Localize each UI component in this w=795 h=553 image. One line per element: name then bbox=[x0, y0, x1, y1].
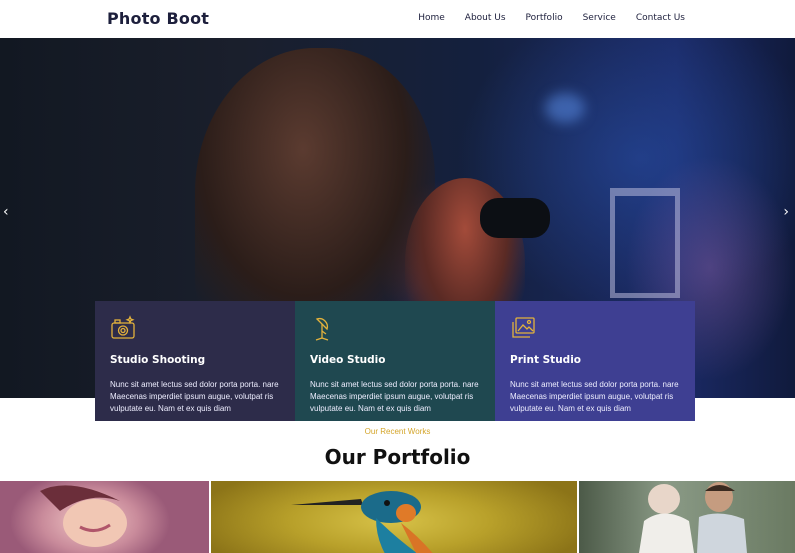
woman-portrait-illustration bbox=[40, 485, 127, 547]
nav-about-link[interactable]: About Us bbox=[465, 13, 506, 23]
feature-video-studio: Video Studio Nunc sit amet lectus sed do… bbox=[295, 301, 495, 421]
photo-print-icon bbox=[512, 317, 535, 338]
nav-home-link[interactable]: Home bbox=[418, 13, 445, 23]
nav-contact-link[interactable]: Contact Us bbox=[636, 13, 685, 23]
feature-text: Nunc sit amet lectus sed dolor porta por… bbox=[110, 380, 279, 413]
nav-service-link[interactable]: Service bbox=[583, 13, 616, 23]
portfolio-gallery bbox=[0, 481, 795, 553]
kingfisher-illustration bbox=[291, 491, 433, 553]
feature-text: Nunc sit amet lectus sed dolor porta por… bbox=[310, 380, 479, 413]
couple-illustration bbox=[639, 482, 747, 553]
feature-text: Nunc sit amet lectus sed dolor porta por… bbox=[510, 380, 679, 413]
feature-title: Studio Shooting bbox=[110, 354, 206, 366]
portfolio-image-woman[interactable] bbox=[0, 481, 209, 553]
feature-title: Print Studio bbox=[510, 354, 582, 366]
main-nav: Home About Us Portfolio Service Contact … bbox=[398, 13, 685, 23]
section-eyebrow: Our Recent Works bbox=[364, 427, 431, 436]
navbar: Photo Boot Home About Us Portfolio Servi… bbox=[0, 0, 795, 38]
nav-portfolio-link[interactable]: Portfolio bbox=[526, 13, 563, 23]
hero-stage-structure bbox=[610, 188, 680, 298]
feature-title: Video Studio bbox=[310, 354, 386, 366]
hero-stage-light bbox=[545, 93, 585, 123]
portfolio-image-kingfisher[interactable] bbox=[211, 481, 577, 553]
camera-icon bbox=[111, 315, 135, 339]
section-title: Our Portfolio bbox=[324, 445, 471, 469]
site-logo[interactable]: Photo Boot bbox=[107, 9, 209, 28]
chevron-left-icon[interactable]: ‹ bbox=[3, 204, 9, 220]
feature-studio-shooting: Studio Shooting Nunc sit amet lectus sed… bbox=[95, 301, 295, 421]
feature-boxes: Studio Shooting Nunc sit amet lectus sed… bbox=[95, 301, 695, 421]
feature-print-studio: Print Studio Nunc sit amet lectus sed do… bbox=[495, 301, 695, 421]
hero-camera bbox=[480, 198, 550, 238]
chevron-right-icon[interactable]: › bbox=[783, 204, 789, 220]
hero-photographer-figure bbox=[195, 48, 435, 338]
lamp-icon bbox=[315, 318, 329, 341]
portfolio-image-couple[interactable] bbox=[579, 481, 795, 553]
